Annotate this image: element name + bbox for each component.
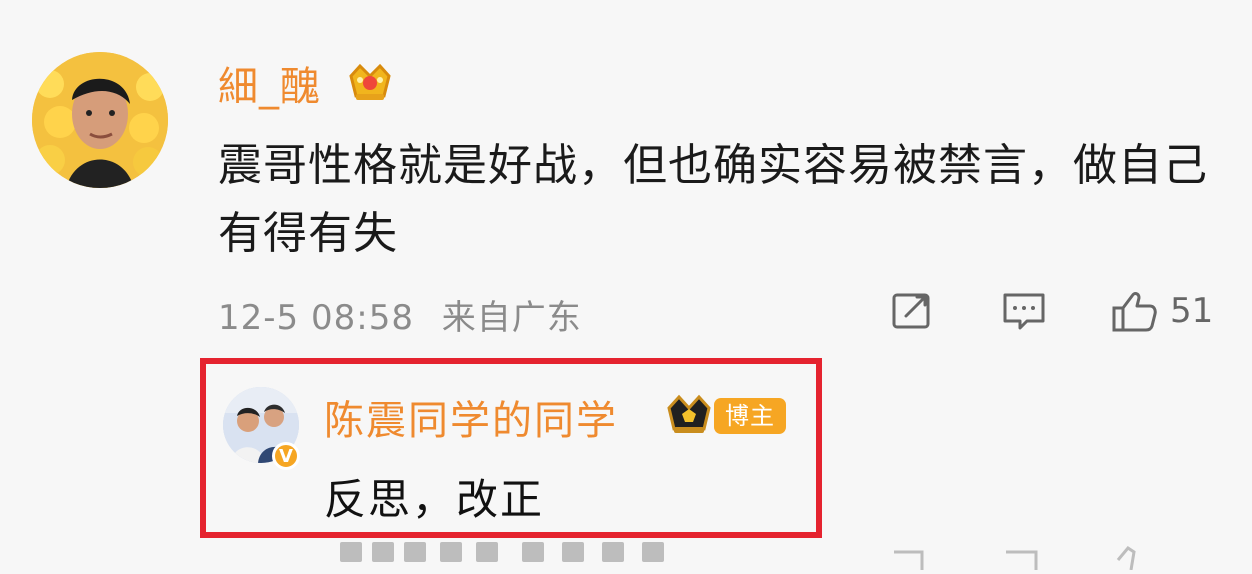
emoji-avatar-image: [32, 52, 168, 188]
reply-username[interactable]: 陈震同学的同学: [324, 388, 618, 446]
commenter-avatar[interactable]: [32, 52, 168, 188]
highlighted-reply-box: V 陈震同学的同学 博主 反思，改正: [200, 358, 822, 538]
vip-crown-icon: [349, 63, 391, 100]
reply-button[interactable]: [1000, 286, 1048, 336]
next-comment-partial-actions: [888, 540, 1228, 571]
comment-text: 震哥性格就是好战，但也确实容易被禁言，做自己有得有失: [218, 140, 1208, 259]
reply-icon: [1003, 293, 1045, 330]
like-icon: [1112, 292, 1157, 332]
comment-timestamp: 12-5 08:58: [218, 298, 414, 338]
comment-location: 来自广东: [441, 298, 582, 338]
like-button[interactable]: 51: [1108, 286, 1213, 336]
share-button[interactable]: [888, 286, 936, 336]
blogger-badge: 博主: [714, 398, 786, 434]
verified-badge-icon: V: [272, 442, 300, 470]
next-comment-partial-text: [300, 540, 920, 570]
like-count: 51: [1170, 291, 1214, 331]
commenter-username[interactable]: 細_醜: [218, 54, 321, 112]
next-comment-action-icons: [894, 546, 1136, 571]
vip-crown-icon: [667, 394, 711, 433]
reply-text: 反思，改正: [324, 475, 545, 524]
comment-meta: 12-5 08:58 来自广东: [218, 290, 582, 339]
share-icon: [892, 293, 930, 329]
